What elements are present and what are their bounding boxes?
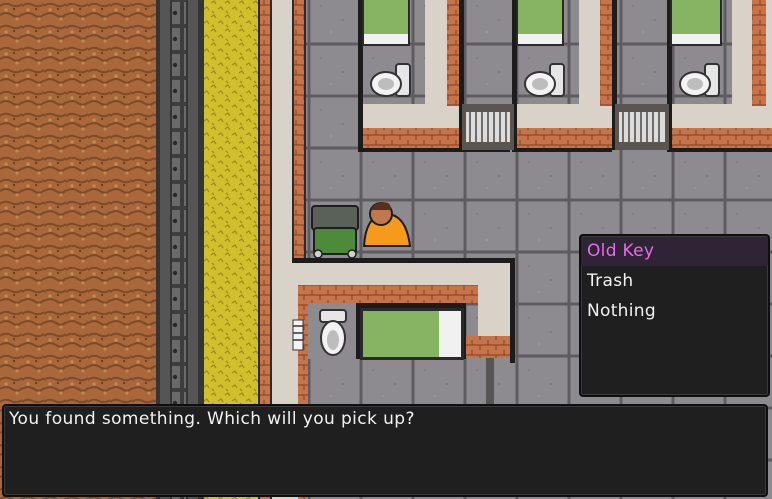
dialog-box: You found something. Which will you pick… (2, 404, 768, 497)
choice-nothing[interactable]: Nothing (581, 297, 768, 326)
dialog-message: You found something. Which will you pick… (9, 409, 415, 429)
item-choice-menu: Old Key Trash Nothing (579, 234, 770, 397)
choice-old-key[interactable]: Old Key (581, 237, 768, 266)
choice-trash[interactable]: Trash (581, 267, 768, 296)
lower-bed-icon (360, 308, 464, 360)
trash-can-icon (311, 205, 359, 259)
